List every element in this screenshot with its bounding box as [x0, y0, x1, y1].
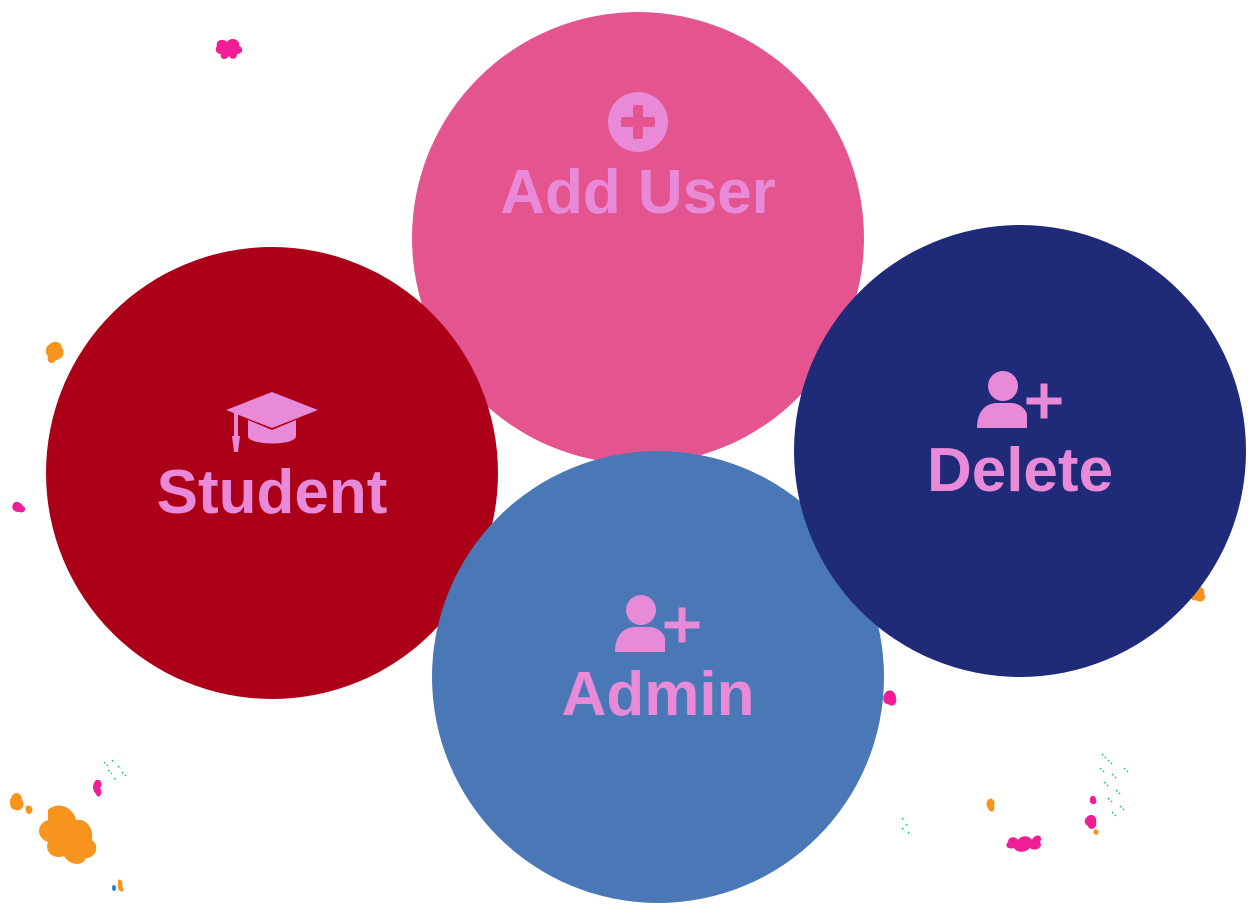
paint-splat-decoration — [103, 759, 127, 782]
paint-splat-decoration — [215, 39, 243, 60]
student-label: Student — [156, 458, 388, 527]
paint-splat-decoration — [1006, 835, 1042, 852]
admin-label: Admin — [561, 660, 755, 729]
paint-splat-decoration — [12, 501, 26, 513]
student-button[interactable]: Student — [46, 247, 498, 699]
user-plus-icon — [977, 371, 1063, 428]
graduation-cap-icon — [226, 392, 318, 452]
paint-splat-decoration — [986, 798, 995, 812]
circle-menu: Add User Student Admin Delete — [0, 0, 1250, 924]
delete-button[interactable]: Delete — [794, 225, 1246, 677]
paint-splat-decoration — [901, 817, 912, 836]
paint-splat-decoration — [1084, 753, 1129, 835]
user-plus-icon — [615, 595, 701, 652]
paint-splat-decoration — [45, 341, 64, 363]
delete-label: Delete — [926, 436, 1114, 505]
plus-circle-icon — [608, 92, 668, 152]
add-user-label: Add User — [500, 158, 776, 227]
paint-splat-decoration — [9, 780, 124, 892]
